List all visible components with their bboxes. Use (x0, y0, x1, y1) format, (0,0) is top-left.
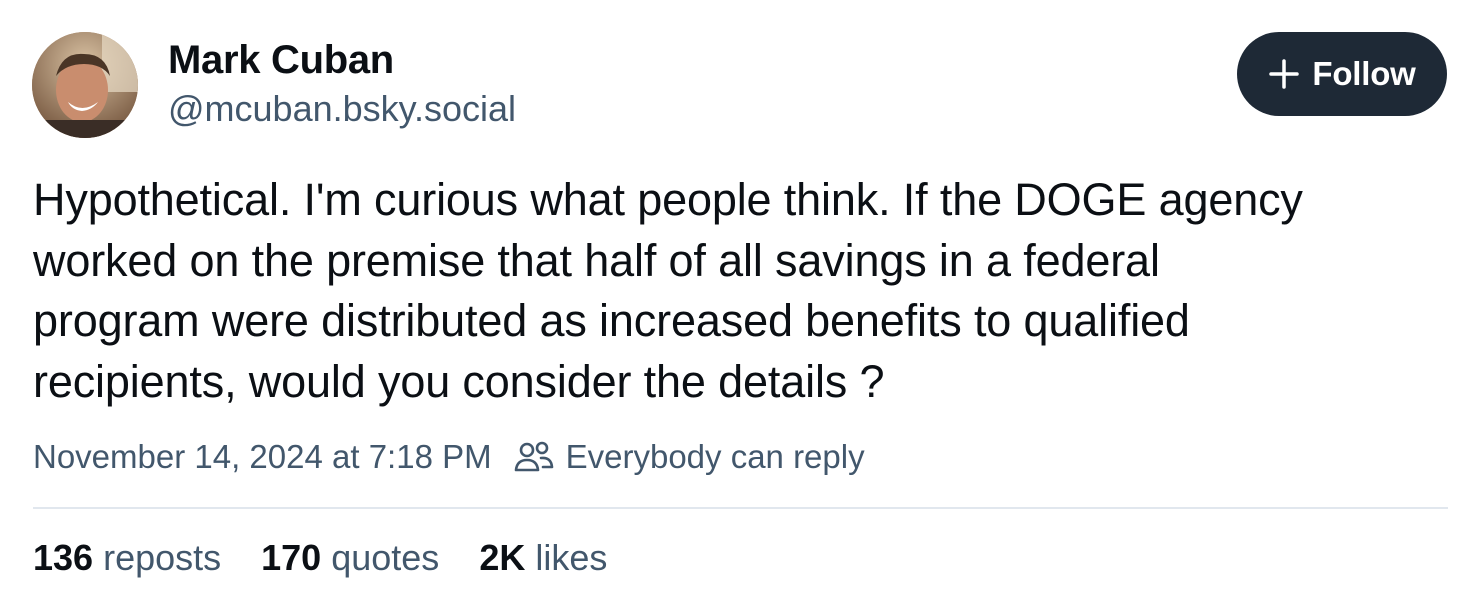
post-card: Mark Cuban @mcuban.bsky.social Follow Hy… (0, 0, 1472, 604)
reply-setting: Everybody can reply (565, 438, 865, 475)
author-name[interactable]: Mark Cuban (168, 36, 394, 84)
likes-stat[interactable]: 2K likes (479, 537, 607, 579)
author-handle[interactable]: @mcuban.bsky.social (168, 86, 516, 132)
post-meta: November 14, 2024 at 7:18 PM Everybody c… (33, 434, 865, 480)
reposts-label: reposts (103, 537, 222, 578)
post-text: Hypothetical. I'm curious what people th… (33, 170, 1443, 412)
post-text-line: program were distributed as increased be… (33, 295, 1190, 346)
likes-label: likes (535, 537, 608, 578)
divider (33, 507, 1448, 509)
plus-icon (1268, 58, 1300, 90)
likes-count: 2K (479, 537, 526, 578)
avatar-image (32, 32, 138, 138)
quotes-stat[interactable]: 170 quotes (261, 537, 439, 579)
post-timestamp[interactable]: November 14, 2024 at 7:18 PM (33, 438, 492, 476)
post-stats: 136 reposts 170 quotes 2K likes (33, 534, 647, 582)
follow-button[interactable]: Follow (1237, 32, 1447, 116)
post-text-line: worked on the premise that half of all s… (33, 234, 1160, 286)
author-avatar[interactable] (32, 32, 138, 138)
post-text-line: recipients, would you consider the detai… (33, 355, 885, 407)
reposts-stat[interactable]: 136 reposts (33, 537, 221, 579)
people-icon (514, 439, 554, 475)
quotes-label: quotes (331, 537, 440, 578)
post-text-line: Hypothetical. I'm curious what people th… (33, 174, 1303, 225)
reposts-count: 136 (33, 537, 94, 578)
follow-button-label: Follow (1312, 55, 1416, 92)
quotes-count: 170 (261, 537, 322, 578)
